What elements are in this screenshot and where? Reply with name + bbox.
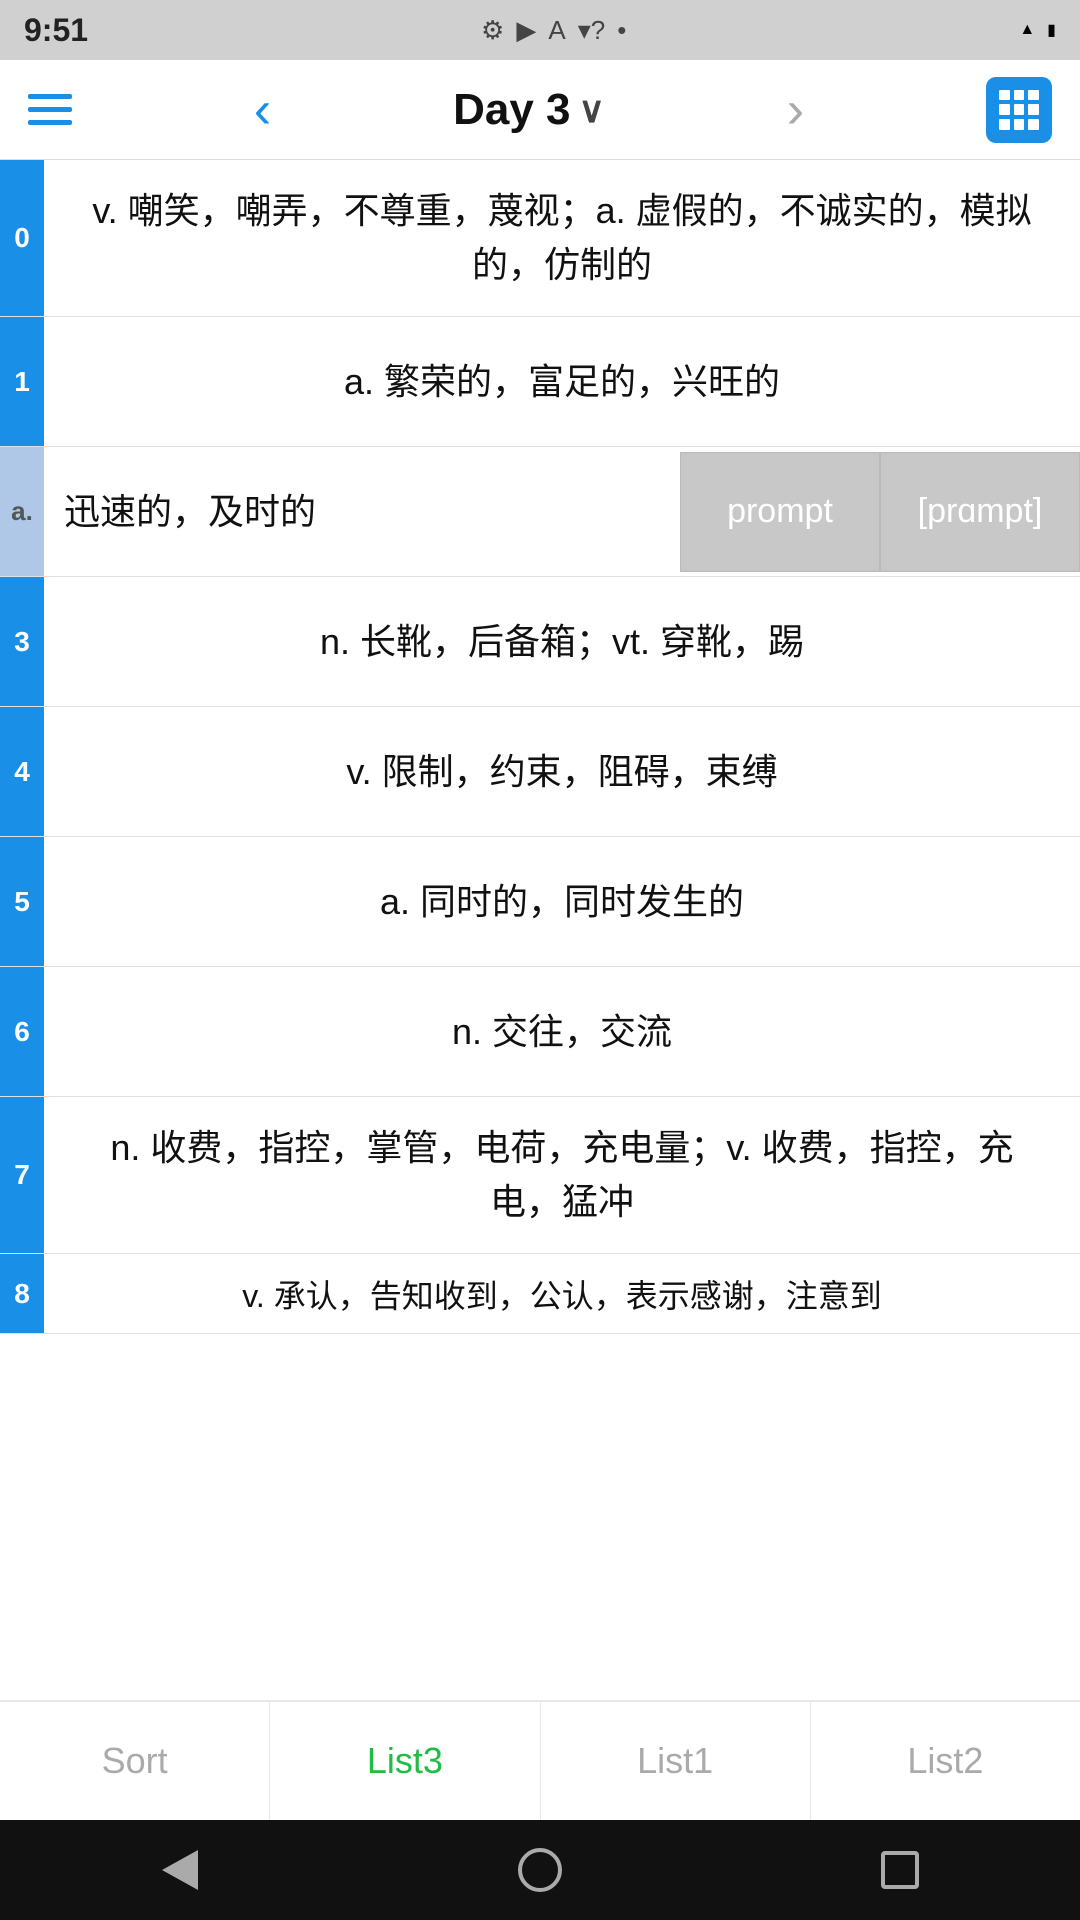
- android-home-icon: [518, 1848, 562, 1892]
- status-right: ▲ ▮: [1019, 20, 1056, 40]
- android-recents-icon: [881, 1851, 919, 1889]
- table-row[interactable]: 8 v. 承认，告知收到，公认，表示感谢，注意到: [0, 1254, 1080, 1334]
- status-time: 9:51: [24, 12, 88, 49]
- day-title[interactable]: Day 3 ∨: [453, 85, 605, 135]
- menu-button[interactable]: [28, 94, 72, 125]
- row-definition-7: n. 收费，指控，掌管，电荷，充电量；v. 收费，指控，充电，猛冲: [44, 1097, 1080, 1253]
- popup-phonetic: [prɑmpt]: [880, 452, 1080, 572]
- table-row[interactable]: 6 n. 交往，交流: [0, 967, 1080, 1097]
- table-row[interactable]: 0 v. 嘲笑，嘲弄，不尊重，蔑视；a. 虚假的，不诚实的，模拟的，仿制的: [0, 160, 1080, 317]
- status-bar: 9:51 ⚙ ▶ A ▾? • ▲ ▮: [0, 0, 1080, 60]
- play-icon: ▶: [516, 15, 536, 46]
- row-index-7: 7: [0, 1097, 44, 1253]
- tab-list1[interactable]: List1: [541, 1702, 811, 1820]
- table-row[interactable]: 5 a. 同时的，同时发生的: [0, 837, 1080, 967]
- row-definition-0: v. 嘲笑，嘲弄，不尊重，蔑视；a. 虚假的，不诚实的，模拟的，仿制的: [44, 160, 1080, 316]
- row-definition-4: v. 限制，约束，阻碍，束缚: [44, 707, 1080, 836]
- table-row[interactable]: 3 n. 长靴，后备箱；vt. 穿靴，踢: [0, 577, 1080, 707]
- android-back-icon: [162, 1850, 198, 1890]
- row-definition-5: a. 同时的，同时发生的: [44, 837, 1080, 966]
- row-index-5: 5: [0, 837, 44, 966]
- tab-list2[interactable]: List2: [811, 1702, 1080, 1820]
- day-title-text: Day 3: [453, 85, 570, 135]
- tab-sort[interactable]: Sort: [0, 1702, 270, 1820]
- back-button[interactable]: ‹: [244, 84, 281, 136]
- grid-icon: [999, 90, 1039, 130]
- android-nav-bar: [0, 1820, 1080, 1920]
- battery-icon: ▮: [1047, 20, 1056, 40]
- row-definition-3: n. 长靴，后备箱；vt. 穿靴，踢: [44, 577, 1080, 706]
- row-definition-8: v. 承认，告知收到，公认，表示感谢，注意到: [44, 1254, 1080, 1333]
- bottom-tab-bar: Sort List3 List1 List2: [0, 1700, 1080, 1820]
- dot-icon: •: [617, 15, 626, 46]
- android-home-button[interactable]: [510, 1840, 570, 1900]
- table-row[interactable]: 1 a. 繁荣的，富足的，兴旺的: [0, 317, 1080, 447]
- tab-list3[interactable]: List3: [270, 1702, 540, 1820]
- row-definition-6: n. 交往，交流: [44, 967, 1080, 1096]
- row-index-8: 8: [0, 1254, 44, 1333]
- table-row[interactable]: a. 迅速的，及时的 prompt [prɑmpt]: [0, 447, 1080, 577]
- table-row[interactable]: 4 v. 限制，约束，阻碍，束缚: [0, 707, 1080, 837]
- status-icons: ⚙ ▶ A ▾? •: [481, 15, 626, 46]
- row-index-4: 4: [0, 707, 44, 836]
- signal-icon: ▲: [1019, 21, 1035, 39]
- row-index-2: a.: [0, 447, 44, 576]
- row-index-1: 1: [0, 317, 44, 446]
- forward-button[interactable]: ›: [777, 84, 814, 136]
- grid-view-button[interactable]: [986, 77, 1052, 143]
- row-index-0: 0: [0, 160, 44, 316]
- word-popup[interactable]: prompt [prɑmpt]: [680, 452, 1080, 572]
- wifi-icon: ▾?: [578, 15, 606, 46]
- row-definition-1: a. 繁荣的，富足的，兴旺的: [44, 317, 1080, 446]
- settings-icon: ⚙: [481, 15, 504, 46]
- popup-word: prompt: [680, 452, 880, 572]
- android-back-button[interactable]: [150, 1840, 210, 1900]
- row-index-3: 3: [0, 577, 44, 706]
- chevron-down-icon: ∨: [579, 89, 605, 131]
- row-index-6: 6: [0, 967, 44, 1096]
- word-list: 0 v. 嘲笑，嘲弄，不尊重，蔑视；a. 虚假的，不诚实的，模拟的，仿制的 1 …: [0, 160, 1080, 1700]
- nav-bar: ‹ Day 3 ∨ ›: [0, 60, 1080, 160]
- text-icon: A: [548, 15, 565, 46]
- table-row[interactable]: 7 n. 收费，指控，掌管，电荷，充电量；v. 收费，指控，充电，猛冲: [0, 1097, 1080, 1254]
- android-recents-button[interactable]: [870, 1840, 930, 1900]
